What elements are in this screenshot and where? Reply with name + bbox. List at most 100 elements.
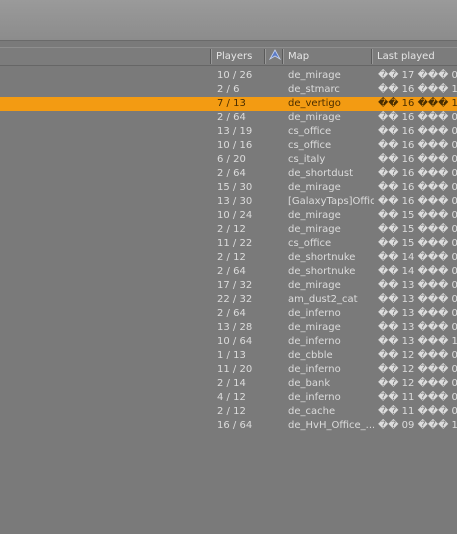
table-row[interactable]: 2 / 6 de_stmarc �� 16 ��� 10 — [0, 83, 457, 97]
table-row[interactable]: 2 / 12 de_mirage �� 15 ��� 07 — [0, 223, 457, 237]
map-cell: cs_office — [288, 238, 332, 249]
map-cell: de_mirage — [288, 224, 341, 235]
last-played-cell: �� 12 ��� 07 — [378, 350, 457, 361]
players-cell: 7 / 13 — [217, 98, 246, 109]
title-bar — [0, 0, 457, 41]
map-cell: de_shortnuke — [288, 252, 356, 263]
map-cell: [GalaxyTaps]Office — [288, 196, 374, 207]
last-played-cell: �� 09 ��� 10 — [378, 420, 457, 431]
map-cell: de_mirage — [288, 210, 341, 221]
players-cell: 10 / 26 — [217, 70, 253, 81]
table-row[interactable]: 13 / 19 cs_office �� 16 ��� 08 — [0, 125, 457, 139]
table-row[interactable]: 15 / 30 de_mirage �� 16 ��� 05 — [0, 181, 457, 195]
map-cell: de_cache — [288, 406, 336, 417]
players-cell: 2 / 12 — [217, 406, 246, 417]
players-cell: 22 / 32 — [217, 294, 253, 305]
players-cell: 10 / 24 — [217, 210, 253, 221]
last-played-cell: �� 14 ��� 01 — [378, 266, 457, 277]
last-played-cell: �� 16 ��� 07 — [378, 168, 457, 179]
map-cell: de_inferno — [288, 364, 341, 375]
table-row[interactable]: 2 / 12 de_cache �� 11 ��� 07 — [0, 405, 457, 419]
last-played-cell: �� 16 ��� 10 — [378, 98, 457, 109]
table-row[interactable]: 2 / 64 de_mirage �� 16 ��� 09 — [0, 111, 457, 125]
last-played-column-header[interactable]: Last played — [373, 48, 457, 65]
table-row[interactable]: 10 / 16 cs_office �� 16 ��� 08 — [0, 139, 457, 153]
map-cell: de_cbble — [288, 350, 333, 361]
last-played-cell: �� 12 ��� 03 — [378, 378, 457, 389]
table-row[interactable]: 1 / 13 de_cbble �� 12 ��� 07 — [0, 349, 457, 363]
table-row[interactable]: 10 / 24 de_mirage �� 15 ��� 07 — [0, 209, 457, 223]
map-cell: de_mirage — [288, 280, 341, 291]
players-cell: 15 / 30 — [217, 182, 253, 193]
map-cell: de_mirage — [288, 112, 341, 123]
last-played-cell: �� 13 ��� 01 — [378, 322, 457, 333]
players-cell: 13 / 19 — [217, 126, 253, 137]
last-played-cell: �� 15 ��� 07 — [378, 210, 457, 221]
last-played-cell: �� 16 ��� 05 — [378, 182, 457, 193]
players-cell: 13 / 30 — [217, 196, 253, 207]
last-played-cell: �� 16 ��� 10 — [378, 84, 457, 95]
last-played-cell: �� 16 ��� 05 — [378, 196, 457, 207]
players-cell: 17 / 32 — [217, 280, 253, 291]
table-row[interactable]: 13 / 28 de_mirage �� 13 ��� 01 — [0, 321, 457, 335]
table-row[interactable]: 2 / 12 de_shortnuke �� 14 ��� 08 — [0, 251, 457, 265]
table-row[interactable]: 11 / 22 cs_office �� 15 ��� 01 — [0, 237, 457, 251]
table-row[interactable]: 11 / 20 de_inferno �� 12 ��� 06 — [0, 363, 457, 377]
players-cell: 1 / 13 — [217, 350, 246, 361]
map-cell: cs_office — [288, 126, 332, 137]
players-cell: 2 / 64 — [217, 112, 246, 123]
table-row[interactable]: 13 / 30 [GalaxyTaps]Office �� 16 ��� 05 — [0, 195, 457, 209]
players-cell: 13 / 28 — [217, 322, 253, 333]
players-column-header[interactable]: Players — [212, 48, 265, 65]
bookmark-icon — [268, 49, 282, 61]
players-cell: 10 / 64 — [217, 336, 253, 347]
table-row[interactable]: 2 / 64 de_shortdust �� 16 ��� 07 — [0, 167, 457, 181]
map-cell: de_mirage — [288, 322, 341, 333]
last-played-cell: �� 13 ��� 07 — [378, 294, 457, 305]
table-row[interactable]: 7 / 13 de_vertigo �� 16 ��� 10 — [0, 97, 457, 111]
table-row[interactable]: 16 / 64 de_HvH_Office_... �� 09 ��� 10 — [0, 419, 457, 433]
table-row[interactable]: 22 / 32 am_dust2_cat �� 13 ��� 07 — [0, 293, 457, 307]
players-cell: 2 / 64 — [217, 168, 246, 179]
last-played-cell: �� 15 ��� 01 — [378, 238, 457, 249]
last-played-cell: �� 13 ��� 07 — [378, 280, 457, 291]
players-cell: 6 / 20 — [217, 154, 246, 165]
table-row[interactable]: 2 / 64 de_inferno �� 13 ��� 03 — [0, 307, 457, 321]
last-played-cell: �� 11 ��� 07 — [378, 406, 457, 417]
map-cell: de_inferno — [288, 336, 341, 347]
players-cell: 4 / 12 — [217, 392, 246, 403]
last-played-cell: �� 11 ��� 09 — [378, 392, 457, 403]
table-row[interactable]: 2 / 14 de_bank �� 12 ��� 03 — [0, 377, 457, 391]
last-played-cell: �� 13 ��� 11 — [378, 336, 457, 347]
players-cell: 16 / 64 — [217, 420, 253, 431]
map-cell: de_shortdust — [288, 168, 354, 179]
column-divider[interactable] — [210, 49, 212, 64]
table-row[interactable]: 17 / 32 de_mirage �� 13 ��� 07 — [0, 279, 457, 293]
players-cell: 10 / 16 — [217, 140, 253, 151]
last-played-cell: �� 16 ��� 07 — [378, 154, 457, 165]
table-row[interactable]: 4 / 12 de_inferno �� 11 ��� 09 — [0, 391, 457, 405]
players-cell: 2 / 64 — [217, 266, 246, 277]
last-played-cell: �� 13 ��� 03 — [378, 308, 457, 319]
map-cell: am_dust2_cat — [288, 294, 358, 305]
last-played-cell: �� 16 ��� 08 — [378, 126, 457, 137]
map-cell: cs_office — [288, 140, 332, 151]
last-played-cell: �� 14 ��� 08 — [378, 252, 457, 263]
map-cell: de_vertigo — [288, 98, 341, 109]
map-column-header[interactable]: Map — [284, 48, 372, 65]
table-row[interactable]: 2 / 64 de_shortnuke �� 14 ��� 01 — [0, 265, 457, 279]
map-cell: de_inferno — [288, 308, 341, 319]
table-row[interactable]: 6 / 20 cs_italy �� 16 ��� 07 — [0, 153, 457, 167]
map-cell: de_shortnuke — [288, 266, 356, 277]
last-played-cell: �� 15 ��� 07 — [378, 224, 457, 235]
players-cell: 11 / 20 — [217, 364, 253, 375]
table-row[interactable]: 10 / 64 de_inferno �� 13 ��� 11 — [0, 335, 457, 349]
last-played-cell: �� 16 ��� 08 — [378, 140, 457, 151]
last-played-cell: �� 12 ��� 06 — [378, 364, 457, 375]
table-row[interactable]: 10 / 26 de_mirage �� 17 ��� 01 — [0, 69, 457, 83]
players-cell: 2 / 12 — [217, 224, 246, 235]
map-cell: de_bank — [288, 378, 331, 389]
players-cell: 2 / 14 — [217, 378, 246, 389]
server-history-list: 10 / 26 de_mirage �� 17 ��� 01 2 / 6 de_stma… — [0, 69, 457, 433]
map-cell: cs_italy — [288, 154, 326, 165]
